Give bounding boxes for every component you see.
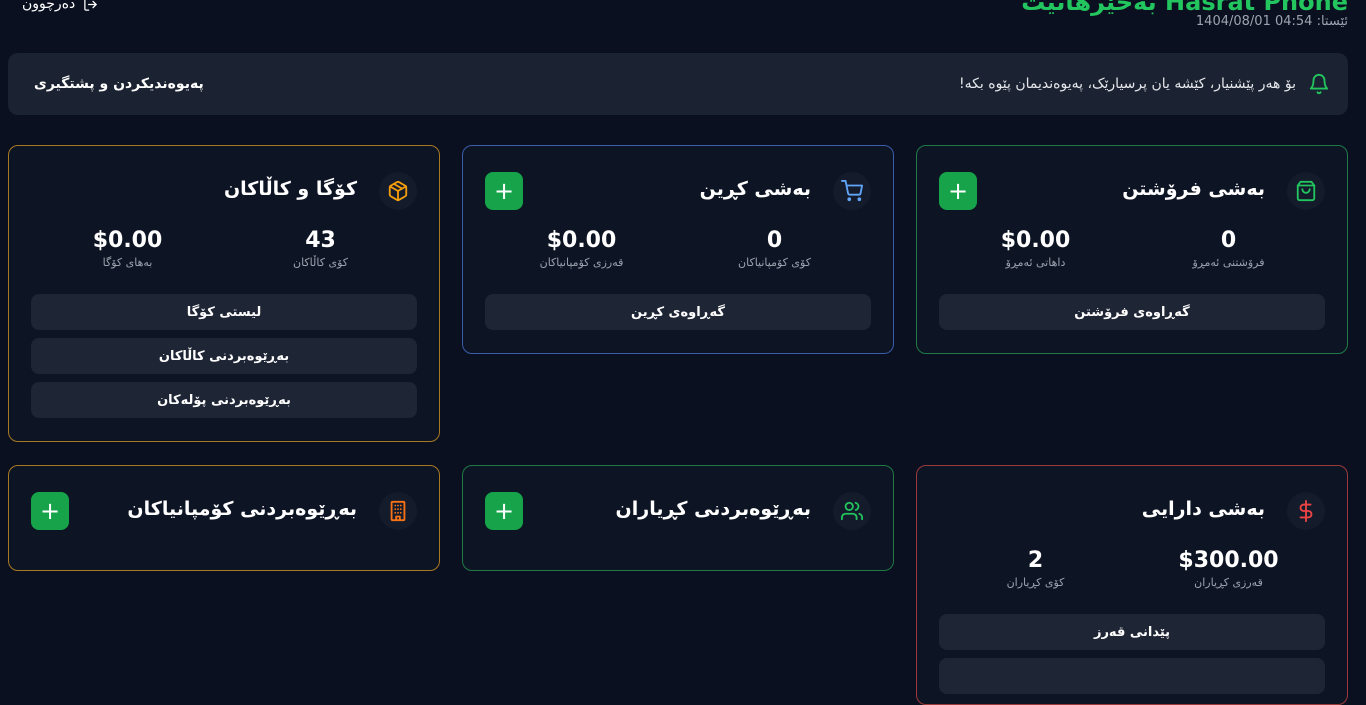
stat-value: 2 [1027, 548, 1044, 573]
stat-label: قەرزی کۆمپانیاکان [539, 256, 624, 269]
dollar-icon [1287, 492, 1325, 530]
stat-products-count: 43 کۆی کاڵاکان [224, 228, 417, 276]
stat-label: بەهای کۆگا [102, 256, 153, 269]
stat-label: کۆی کڕیاران [1006, 576, 1065, 589]
stat-inventory-value: $0.00 بەهای کۆگا [31, 228, 224, 276]
users-icon [833, 492, 871, 530]
stat-label: قەرزی کڕیاران [1194, 576, 1263, 589]
header: دەرچوون بەخێرهاتیت Hasrat Phone ئێستا: 0… [0, 0, 1366, 50]
logout-label: دەرچوون [22, 0, 76, 12]
stat-value: 43 [305, 228, 336, 253]
plus-icon: + [947, 177, 969, 205]
manage-products-button[interactable]: بەڕێوەبردنی کاڵاکان [31, 338, 417, 374]
cart-icon [833, 172, 871, 210]
pay-debt-button[interactable]: پێدانی قەرز [939, 614, 1325, 650]
companies-title: بەڕێوەبردنی کۆمپانیاکان [127, 498, 357, 520]
contact-support-button[interactable]: پەیوەندیکردن و پشتگیری [34, 76, 204, 92]
stat-today-sales: 0 فرۆشتنی ئەمڕۆ [1132, 228, 1325, 276]
add-purchase-button[interactable]: + [485, 172, 523, 210]
plus-icon: + [39, 497, 61, 525]
finance-title: بەشی دارایی [1141, 498, 1265, 520]
inventory-list-button[interactable]: لیستی کۆگا [31, 294, 417, 330]
stat-companies-count: 0 کۆی کۆمپانیاکان [678, 228, 871, 276]
stat-label: فرۆشتنی ئەمڕۆ [1192, 256, 1265, 269]
stat-label: داهاتی ئەمڕۆ [1005, 256, 1066, 269]
stat-value: $300.00 [1178, 548, 1279, 573]
stat-companies-debt: $0.00 قەرزی کۆمپانیاکان [485, 228, 678, 276]
plus-icon: + [493, 177, 515, 205]
stat-value: $0.00 [546, 228, 617, 253]
add-customer-button[interactable]: + [485, 492, 523, 530]
logout-button[interactable]: دەرچوون [22, 0, 98, 12]
stat-customers-debt: $300.00 قەرزی کڕیاران [1132, 548, 1325, 596]
building-icon [379, 492, 417, 530]
purchase-returns-button[interactable]: گەڕاوەی کڕین [485, 294, 871, 330]
add-sale-button[interactable]: + [939, 172, 977, 210]
inventory-card: کۆگا و کاڵاکان 43 کۆی کاڵاکان $0.00 بەها… [8, 145, 440, 442]
logout-icon [84, 0, 98, 11]
banner-text: بۆ هەر پێشنیار، کێشە یان پرسیارێک، پەیوە… [959, 76, 1296, 92]
stat-value: $0.00 [1000, 228, 1071, 253]
stat-label: کۆی کاڵاکان [293, 256, 348, 269]
current-datetime: ئێستا: 04:54 1404/08/01 [1195, 14, 1348, 29]
support-banner: پەیوەندیکردن و پشتگیری بۆ هەر پێشنیار، ک… [8, 53, 1348, 115]
banner-message: بۆ هەر پێشنیار، کێشە یان پرسیارێک، پەیوە… [959, 73, 1330, 95]
sales-title: بەشی فرۆشتن [1122, 178, 1265, 200]
stat-value: 0 [766, 228, 783, 253]
inventory-title: کۆگا و کاڵاکان [223, 178, 357, 200]
customers-title: بەڕێوەبردنی کڕیاران [615, 498, 811, 520]
stat-today-revenue: $0.00 داهاتی ئەمڕۆ [939, 228, 1132, 276]
bell-icon [1309, 74, 1329, 95]
add-company-button[interactable]: + [31, 492, 69, 530]
sales-returns-button[interactable]: گەڕاوەی فرۆشتن [939, 294, 1325, 330]
purchase-title: بەشی کڕین [699, 178, 811, 200]
shopping-bag-icon [1287, 172, 1325, 210]
finance-secondary-button[interactable] [939, 658, 1325, 694]
stat-label: کۆی کۆمپانیاکان [738, 256, 811, 269]
sales-card: بەشی فرۆشتن + 0 فرۆشتنی ئەمڕۆ $0.00 داها… [916, 145, 1348, 354]
stat-value: $0.00 [92, 228, 163, 253]
finance-card: بەشی دارایی $300.00 قەرزی کڕیاران 2 کۆی … [916, 465, 1348, 705]
stat-customers-count: 2 کۆی کڕیاران [939, 548, 1132, 596]
companies-card: بەڕێوەبردنی کۆمپانیاکان + [8, 465, 440, 571]
customers-card: بەڕێوەبردنی کڕیاران + [462, 465, 894, 571]
manage-categories-button[interactable]: بەڕێوەبردنی پۆلەکان [31, 382, 417, 418]
stat-value: 0 [1220, 228, 1237, 253]
plus-icon: + [493, 497, 515, 525]
purchase-card: بەشی کڕین + 0 کۆی کۆمپانیاکان $0.00 قەرز… [462, 145, 894, 354]
box-icon [379, 172, 417, 210]
